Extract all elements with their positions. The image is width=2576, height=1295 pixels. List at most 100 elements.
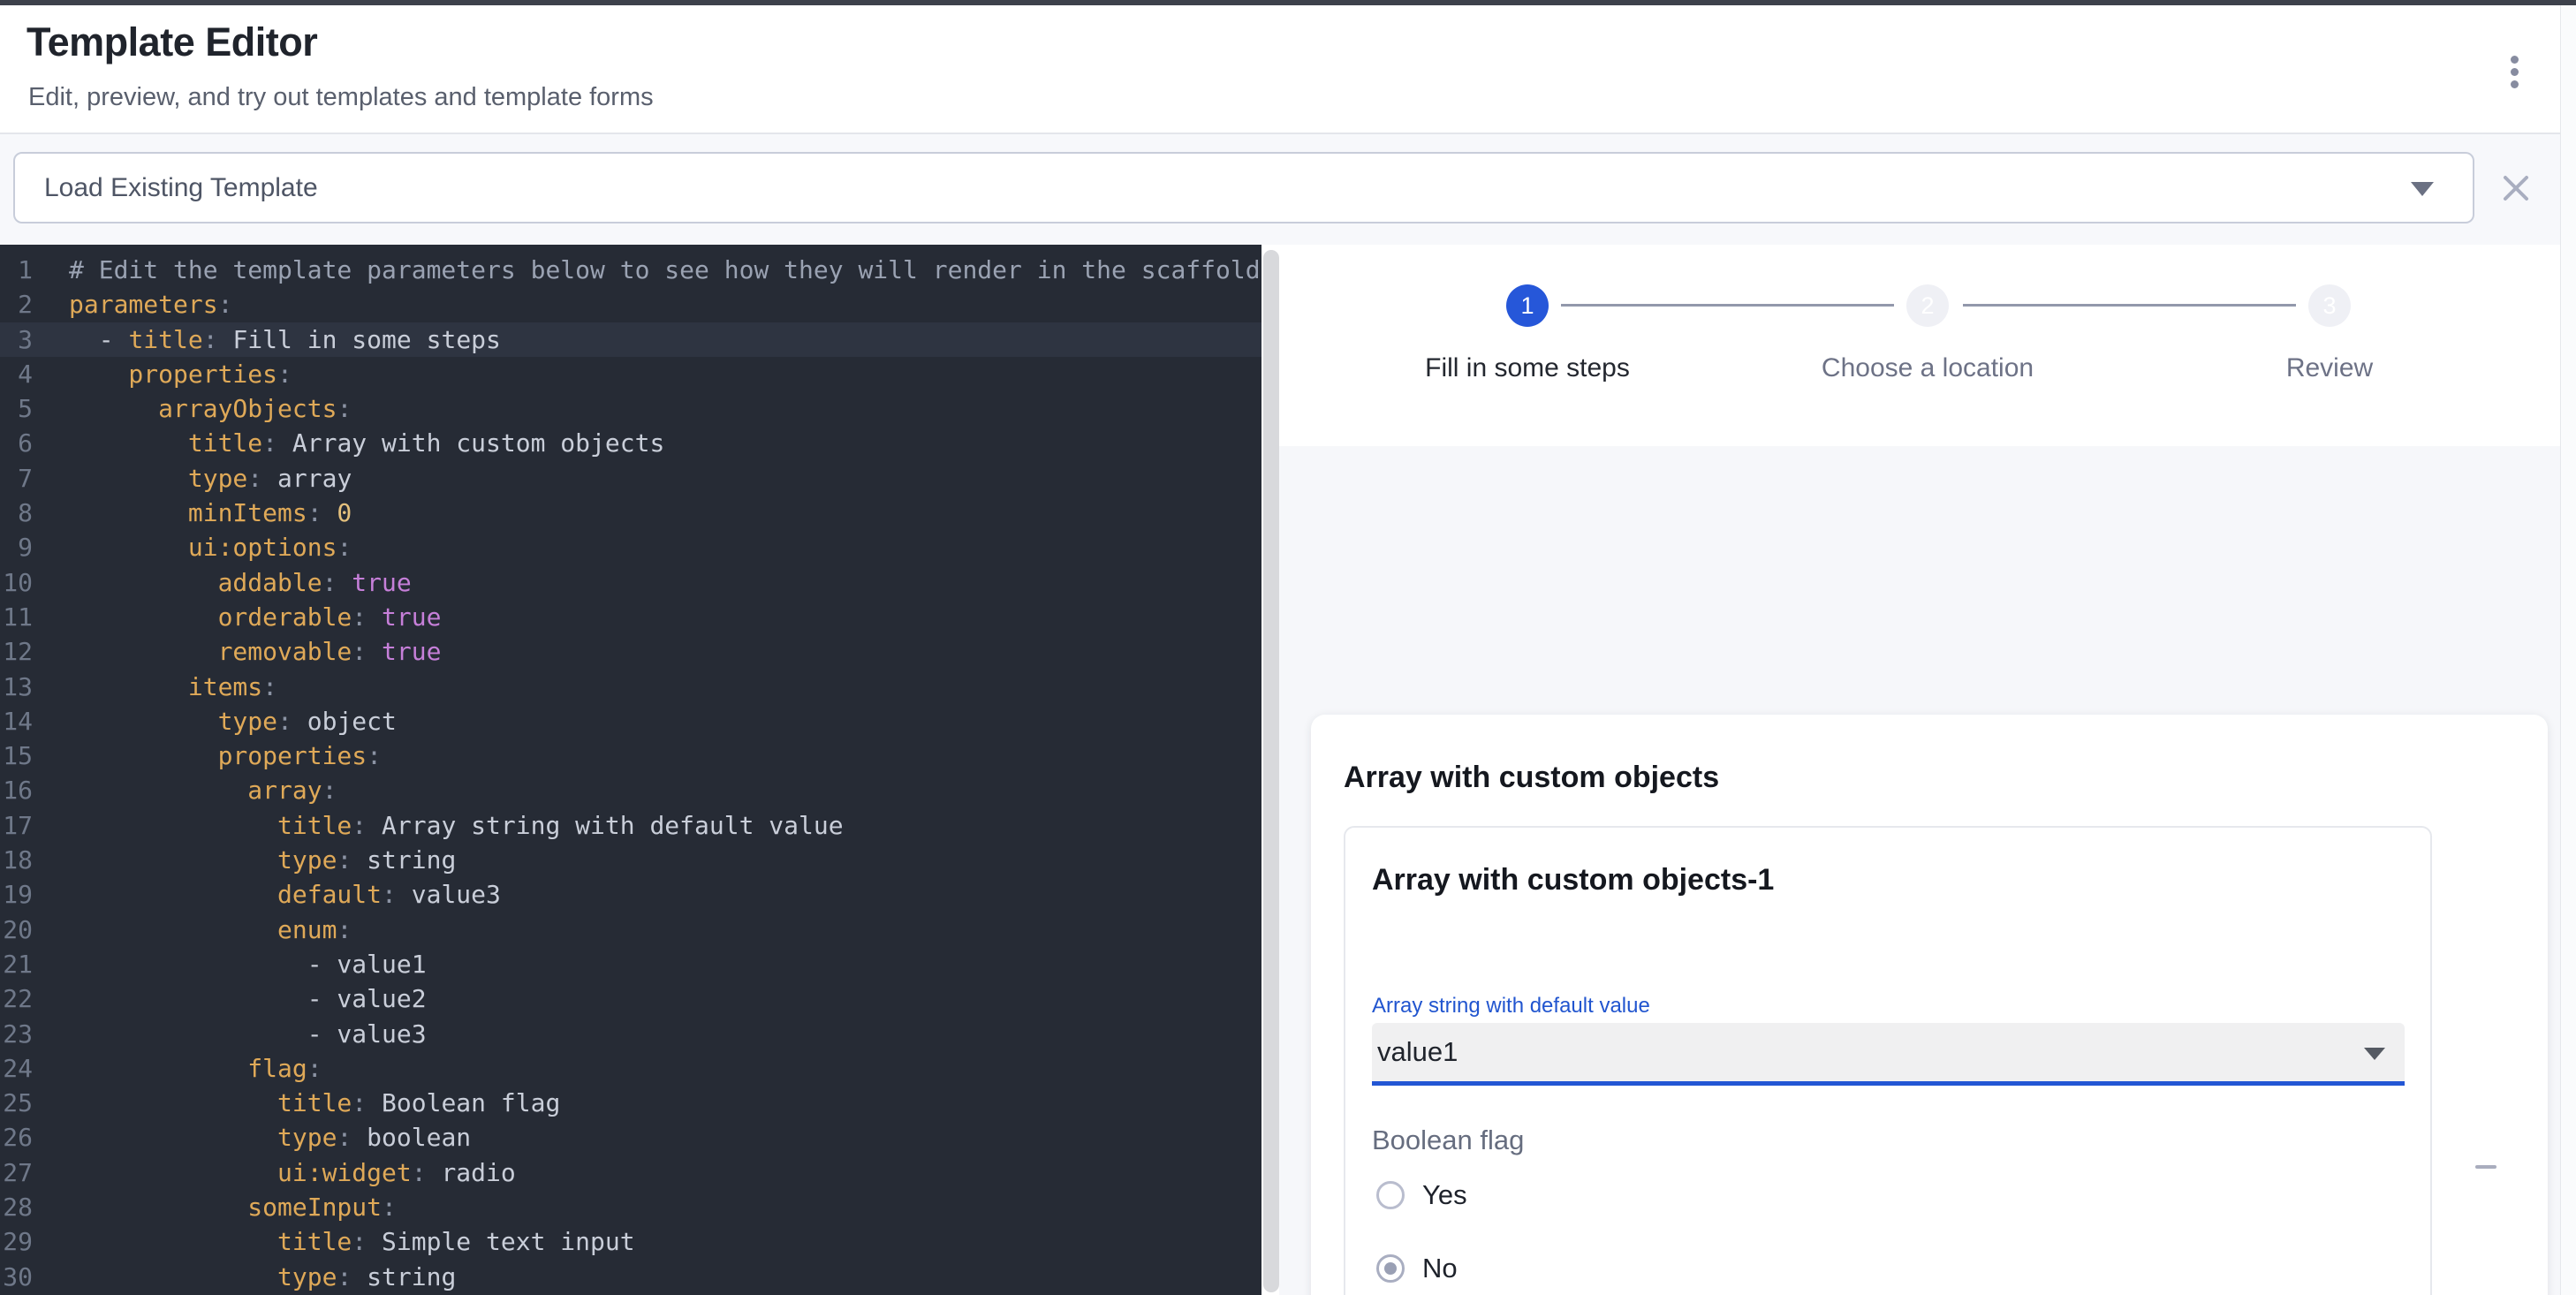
line-number: 29 (0, 1224, 33, 1259)
line-number: 7 (0, 461, 33, 496)
code-line[interactable]: 24 flag: (0, 1051, 1261, 1086)
yaml-code-editor[interactable]: 1 # Edit the template parameters below to… (0, 245, 1261, 1295)
line-number: 14 (0, 704, 33, 738)
code-text: - title: Fill in some steps (69, 322, 501, 357)
window-scrollbar[interactable] (2560, 5, 2576, 1295)
line-number: 4 (0, 357, 33, 391)
code-line[interactable]: 4 properties: (0, 357, 1261, 391)
stepper-step-review: 3 Review (2153, 284, 2506, 383)
code-text: array: (69, 773, 337, 807)
dropdown-arrow-icon (2364, 1048, 2385, 1060)
line-number: 24 (0, 1051, 33, 1086)
code-line[interactable]: 29 title: Simple text input (0, 1224, 1261, 1259)
line-number: 13 (0, 670, 33, 704)
app-header: Template Editor Edit, preview, and try o… (0, 5, 2576, 133)
line-number: 17 (0, 808, 33, 843)
code-line[interactable]: 22 - value2 (0, 981, 1261, 1016)
code-line[interactable]: 3 - title: Fill in some steps (0, 322, 1261, 357)
code-line[interactable]: 27 ui:widget: radio (0, 1155, 1261, 1190)
code-text: type: array (69, 461, 352, 496)
code-text: type: string (69, 843, 456, 877)
code-line[interactable]: 25 title: Boolean flag (0, 1086, 1261, 1120)
code-text: - value3 (69, 1017, 427, 1051)
code-line[interactable]: 17 title: Array string with default valu… (0, 808, 1261, 843)
code-line[interactable]: 19 default: value3 (0, 877, 1261, 912)
step-label: Review (2153, 353, 2506, 383)
page-title: Template Editor (27, 19, 317, 65)
code-line[interactable]: 13 items: (0, 670, 1261, 704)
code-text: type: boolean (69, 1120, 471, 1155)
array-item-card: Array with custom objects-1 Array string… (1344, 826, 2432, 1295)
code-line[interactable]: 10 addable: true (0, 565, 1261, 600)
code-line[interactable]: 23 - value3 (0, 1017, 1261, 1051)
line-number: 21 (0, 947, 33, 981)
code-text: arrayObjects: (69, 391, 352, 426)
step-number-badge: 3 (2308, 284, 2351, 327)
line-number: 27 (0, 1155, 33, 1190)
load-template-select[interactable]: Load Existing Template (13, 152, 2474, 223)
code-line[interactable]: 21 - value1 (0, 947, 1261, 981)
step-label: Choose a location (1751, 353, 2104, 383)
code-line[interactable]: 11 orderable: true (0, 600, 1261, 634)
kebab-menu-button[interactable] (2495, 41, 2534, 102)
line-number: 16 (0, 773, 33, 807)
editor-scrollbar[interactable] (1263, 250, 1279, 1292)
select-focus-underline (1372, 1081, 2405, 1086)
line-number: 28 (0, 1190, 33, 1224)
code-line[interactable]: 20 enum: (0, 913, 1261, 947)
code-line[interactable]: 26 type: boolean (0, 1120, 1261, 1155)
line-number: 1 (0, 253, 33, 287)
radio-label: No (1422, 1253, 1458, 1284)
radio-icon (1376, 1181, 1405, 1209)
code-text: # Edit the template parameters below to … (69, 253, 1261, 287)
line-number: 3 (0, 322, 33, 357)
code-text: parameters: (69, 287, 232, 322)
load-template-placeholder: Load Existing Template (44, 173, 318, 203)
line-number: 9 (0, 530, 33, 564)
minus-icon (2475, 1165, 2496, 1169)
code-text: items: (69, 670, 277, 704)
code-line[interactable]: 30 type: string (0, 1260, 1261, 1294)
code-line[interactable]: 2 parameters: (0, 287, 1261, 322)
clear-selection-button[interactable] (2496, 168, 2536, 208)
code-line[interactable]: 16 array: (0, 773, 1261, 807)
radio-icon (1376, 1254, 1405, 1283)
code-line[interactable]: 28 someInput: (0, 1190, 1261, 1224)
code-line[interactable]: 8 minItems: 0 (0, 496, 1261, 530)
line-number: 30 (0, 1260, 33, 1294)
line-number: 26 (0, 1120, 33, 1155)
radio-label: Yes (1422, 1179, 1467, 1211)
array-string-select[interactable]: value1 (1372, 1023, 2405, 1081)
select-value: value1 (1377, 1036, 1458, 1068)
page-subtitle: Edit, preview, and try out templates and… (28, 83, 654, 112)
boolean-flag-label: Boolean flag (1372, 1125, 1524, 1156)
code-text: title: Boolean flag (69, 1086, 560, 1120)
line-number: 8 (0, 496, 33, 530)
kebab-dot-icon (2511, 56, 2519, 64)
code-text: type: object (69, 704, 397, 738)
code-line[interactable]: 1 # Edit the template parameters below to… (0, 253, 1261, 287)
code-text: minItems: 0 (69, 496, 352, 530)
code-line[interactable]: 7 type: array (0, 461, 1261, 496)
code-text: - value1 (69, 947, 427, 981)
line-number: 2 (0, 287, 33, 322)
preview-background: Array with custom objects Array with cus… (1279, 446, 2560, 1295)
code-line[interactable]: 6 title: Array with custom objects (0, 426, 1261, 460)
code-line[interactable]: 15 properties: (0, 738, 1261, 773)
array-section-title: Array with custom objects (1344, 761, 1719, 795)
code-text: enum: (69, 913, 352, 947)
line-number: 10 (0, 565, 33, 600)
code-line[interactable]: 18 type: string (0, 843, 1261, 877)
line-number: 15 (0, 738, 33, 773)
line-number: 5 (0, 391, 33, 426)
code-text: orderable: true (69, 600, 441, 634)
code-text: flag: (69, 1051, 322, 1086)
line-number: 20 (0, 913, 33, 947)
remove-array-item-button[interactable] (2466, 1147, 2505, 1186)
code-line[interactable]: 9 ui:options: (0, 530, 1261, 564)
code-line[interactable]: 12 removable: true (0, 634, 1261, 669)
code-line[interactable]: 5 arrayObjects: (0, 391, 1261, 426)
step-label: Fill in some steps (1351, 353, 1704, 383)
stepper-step-fill-in-some-steps: 1 Fill in some steps (1351, 284, 1704, 383)
code-line[interactable]: 14 type: object (0, 704, 1261, 738)
